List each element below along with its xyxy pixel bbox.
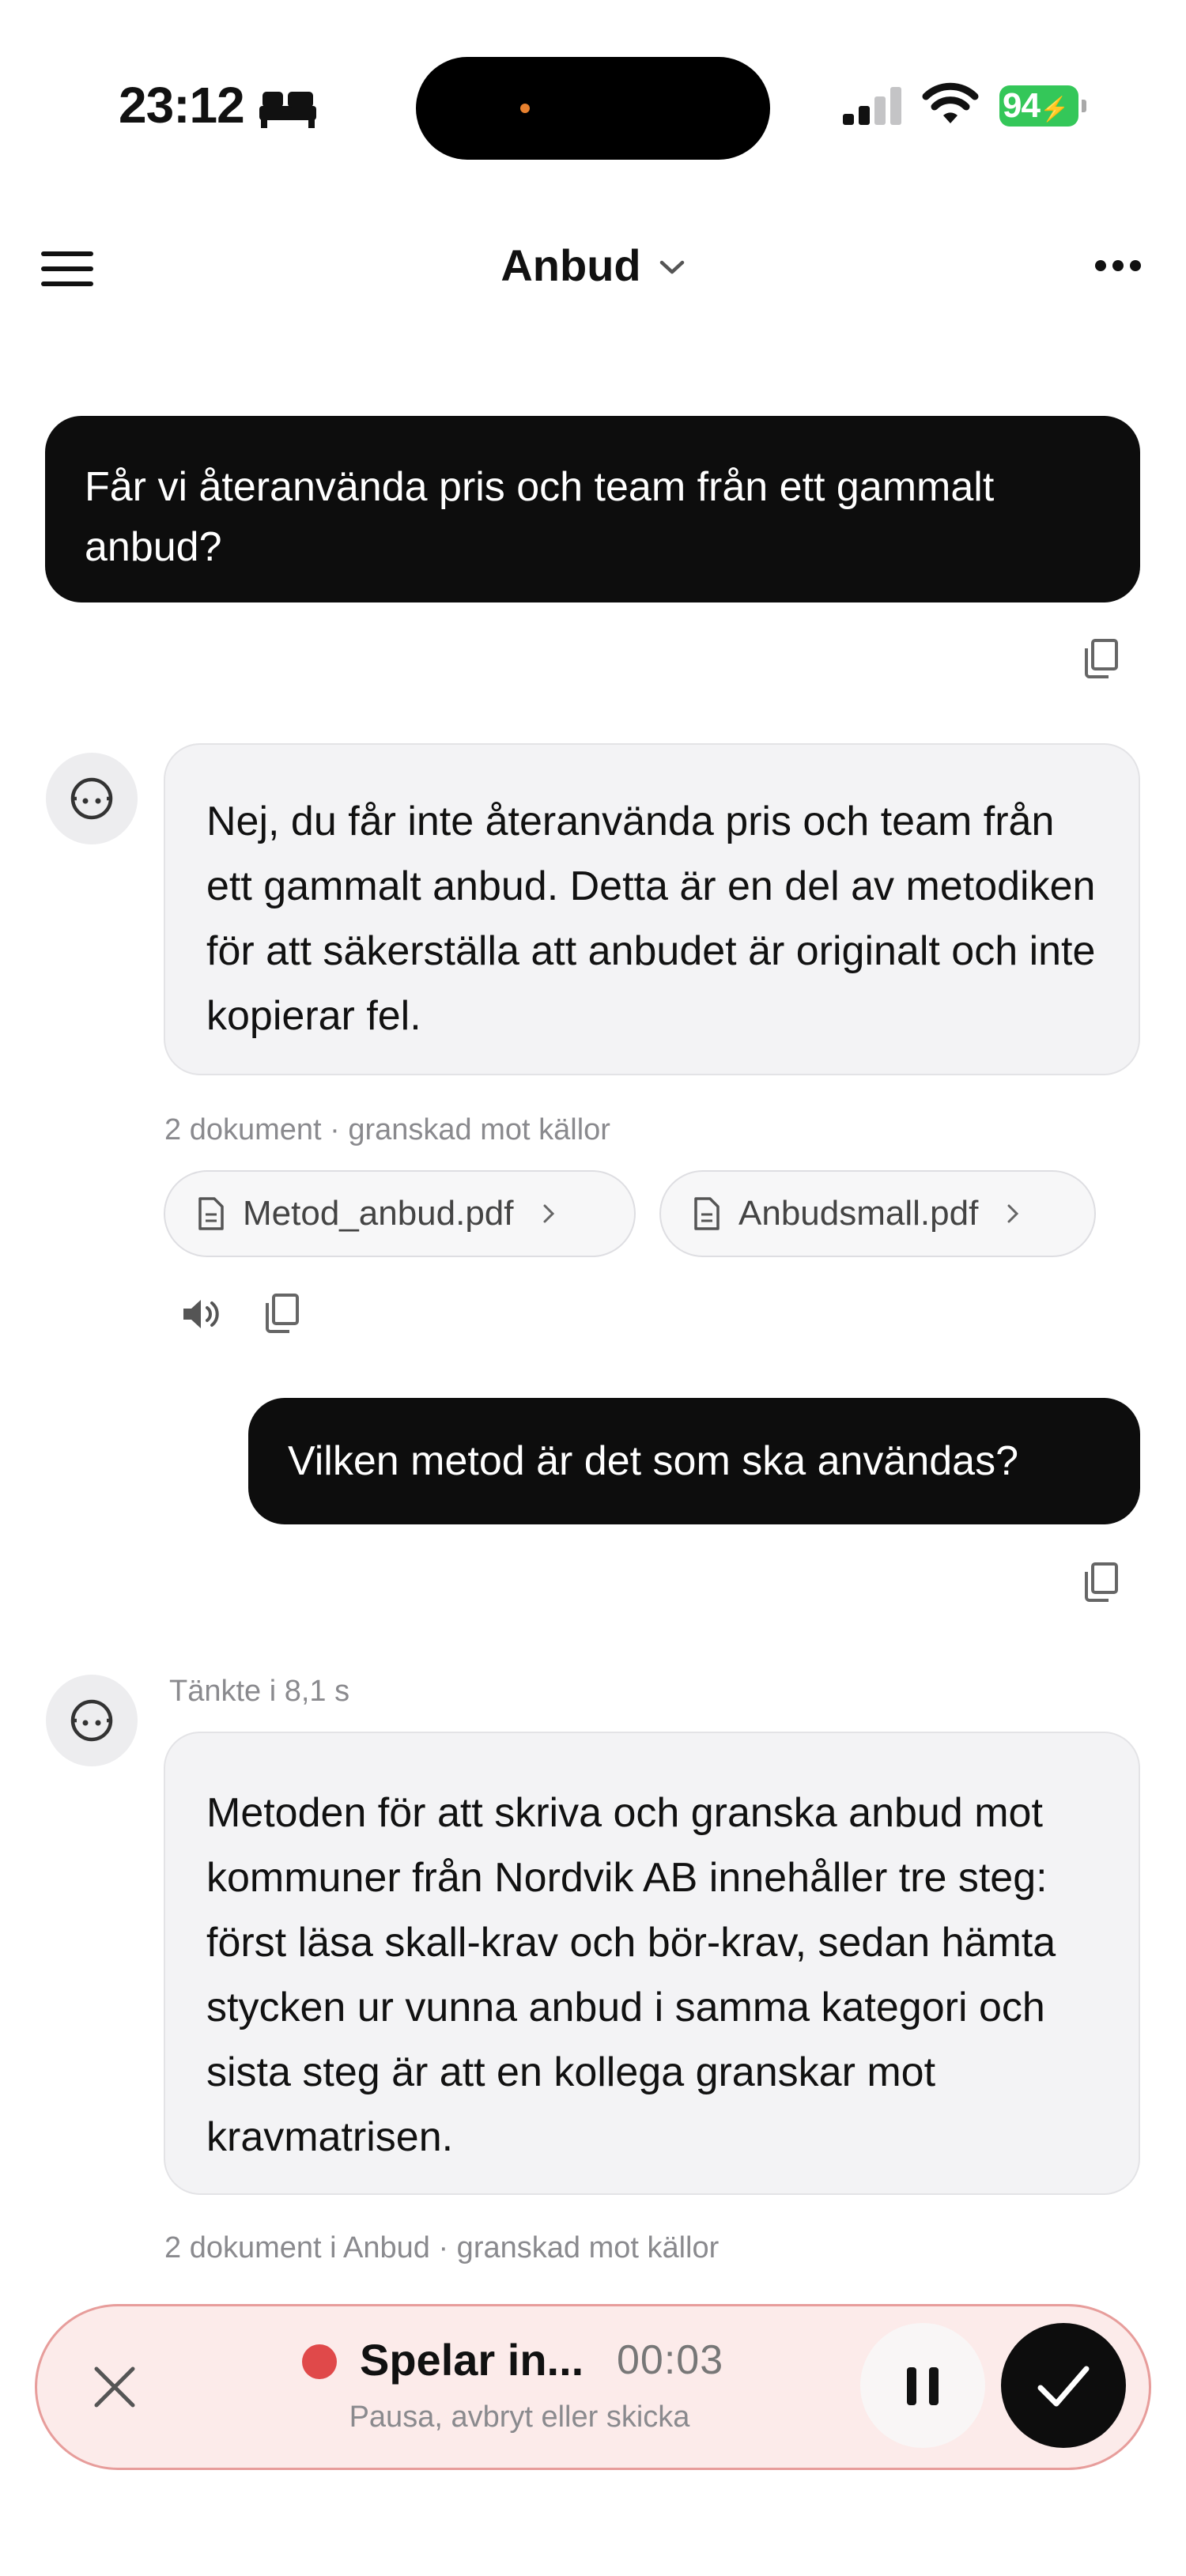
copy-icon[interactable]: [1083, 639, 1118, 678]
sources-meta: 2 dokument · granskad mot källor: [164, 1113, 610, 1146]
copy-icon[interactable]: [264, 1294, 299, 1333]
document-icon: [198, 1197, 224, 1230]
document-icon: [694, 1197, 720, 1230]
send-button[interactable]: [1001, 2323, 1126, 2448]
signal-icon: [843, 87, 901, 125]
more-icon[interactable]: [1094, 258, 1142, 274]
page-title: Anbud: [500, 240, 641, 290]
status-time: 23:12: [119, 77, 245, 134]
copy-icon[interactable]: [1083, 1562, 1118, 1602]
recording-status: Spelar in...: [360, 2335, 584, 2385]
assistant-avatar: [46, 753, 138, 844]
assistant-message: Metoden för att skriva och granska anbud…: [164, 1732, 1140, 2195]
assistant-message: Nej, du får inte återanvända pris och te…: [164, 743, 1140, 1075]
battery-level: 94: [1003, 86, 1041, 125]
source-chip[interactable]: Metod_anbud.pdf: [164, 1170, 636, 1257]
dynamic-island: [416, 57, 770, 160]
recording-indicator: [302, 2344, 337, 2379]
thinking-label[interactable]: Tänkte i 8,1 s: [169, 1675, 349, 1709]
pause-button[interactable]: [860, 2323, 985, 2448]
wifi-icon: [922, 82, 979, 123]
chevron-down-icon: [659, 260, 684, 274]
bot-avatar-icon: [70, 1699, 113, 1742]
user-message: Vilken metod är det som ska användas?: [248, 1398, 1140, 1524]
user-message: Får vi återanvända pris och team från et…: [45, 416, 1140, 602]
privacy-indicator: [520, 104, 530, 113]
speaker-icon[interactable]: [182, 1297, 223, 1331]
user-message-text: Vilken metod är det som ska användas?: [288, 1438, 1019, 1484]
sources-meta: 2 dokument i Anbud · granskad mot källor: [164, 2231, 720, 2264]
source-chip-label: Metod_anbud.pdf: [243, 1194, 514, 1233]
pause-icon: [907, 2367, 939, 2405]
source-chip-label: Anbudsmall.pdf: [738, 1194, 979, 1233]
assistant-message-text: Nej, du får inte återanvända pris och te…: [206, 799, 1096, 1039]
checkmark-icon: [1037, 2366, 1090, 2407]
chevron-right-icon: [1007, 1204, 1019, 1223]
battery-indicator: 94⚡: [999, 85, 1088, 127]
sleep-icon: [259, 92, 316, 128]
recording-timer: 00:03: [617, 2337, 724, 2383]
header-title-button[interactable]: Anbud: [0, 232, 1186, 297]
assistant-avatar: [46, 1675, 138, 1766]
user-message-text: Får vi återanvända pris och team från et…: [85, 464, 995, 570]
assistant-message-text: Metoden för att skriva och granska anbud…: [206, 1790, 1056, 2160]
source-chip[interactable]: Anbudsmall.pdf: [659, 1170, 1096, 1257]
bot-avatar-icon: [70, 777, 113, 820]
chevron-right-icon: [543, 1204, 554, 1223]
